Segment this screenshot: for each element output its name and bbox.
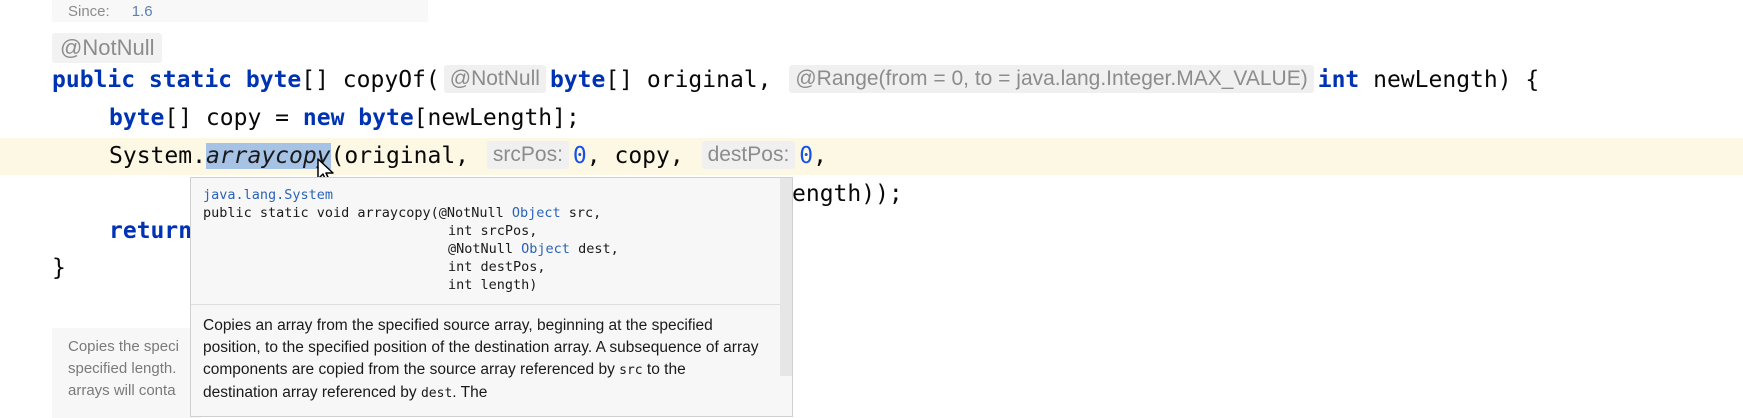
keyword: new <box>302 105 345 131</box>
code-line-arraycopy[interactable]: System.arraycopy(original, srcPos: 0, cop… <box>0 138 1743 175</box>
signature-text: src, <box>560 205 602 221</box>
method-description: Copies an array from the specified sourc… <box>191 305 775 415</box>
since-row: Since: 1.6 <box>52 0 428 22</box>
code-text: System. <box>109 143 206 169</box>
quick-documentation-popup[interactable]: java.lang.System public static void arra… <box>190 177 793 417</box>
code-text: newLength) { <box>1359 67 1540 93</box>
doc-comment-panel: Copies the speci specified length. array… <box>52 328 202 418</box>
method-signature: java.lang.System public static void arra… <box>191 178 792 300</box>
keyword: return <box>109 218 193 244</box>
annotation-inlay: @NotNull <box>52 33 163 63</box>
param-hint: @NotNull <box>443 65 546 93</box>
code-text: , copy, <box>586 143 684 169</box>
type: byte <box>245 67 302 93</box>
code-editor[interactable]: Since: 1.6 @NotNull public static byte[]… <box>0 0 1743 418</box>
code-line-signature[interactable]: public static byte[] copyOf(@NotNull byte… <box>0 62 1743 99</box>
doc-line: arrays will conta <box>68 382 176 399</box>
description-text: . The <box>452 384 488 401</box>
type-link[interactable]: Object <box>521 241 570 257</box>
code-ref: src <box>619 363 643 378</box>
signature-text: @NotNull <box>448 241 522 257</box>
code-text: } <box>52 255 66 281</box>
code-text: (original, <box>330 143 470 169</box>
param-hint: srcPos: <box>486 141 569 169</box>
type: byte <box>109 105 165 131</box>
code-text: ength)); <box>792 181 903 207</box>
code-ref: dest <box>420 386 453 401</box>
code-line-copy-decl[interactable]: byte[] copy = new byte[newLength]; <box>0 100 1743 137</box>
selected-method-name[interactable]: arraycopy <box>205 143 331 169</box>
since-label: Since: <box>68 2 110 20</box>
class-name-link[interactable]: java.lang.System <box>203 187 333 203</box>
popup-scrollbar[interactable] <box>780 178 792 376</box>
signature-text: int destPos, <box>448 259 546 275</box>
code-text: , <box>813 143 828 169</box>
type: byte <box>358 105 414 131</box>
type: byte <box>549 67 606 93</box>
number-literal: 0 <box>572 143 587 169</box>
code-text: [] copy = <box>164 105 303 131</box>
signature-text: public static void arraycopy(@NotNull <box>203 205 512 221</box>
code-text: [newLength]; <box>413 105 580 131</box>
code-text: [] original, <box>605 67 772 93</box>
signature-text: int srcPos, <box>448 223 538 239</box>
number-literal: 0 <box>799 143 814 169</box>
param-hint: @Range(from = 0, to = java.lang.Integer.… <box>789 65 1314 93</box>
code-text: [] copyOf( <box>301 67 440 93</box>
doc-line: specified length. <box>68 360 177 377</box>
doc-line: Copies the speci <box>68 338 179 355</box>
signature-text: dest, <box>569 241 619 257</box>
type-link[interactable]: Object <box>512 205 561 221</box>
type: int <box>1317 67 1360 93</box>
param-hint: destPos: <box>701 141 796 169</box>
signature-text: int length) <box>448 277 538 293</box>
keyword: public static <box>52 67 233 93</box>
since-value: 1.6 <box>131 2 153 20</box>
